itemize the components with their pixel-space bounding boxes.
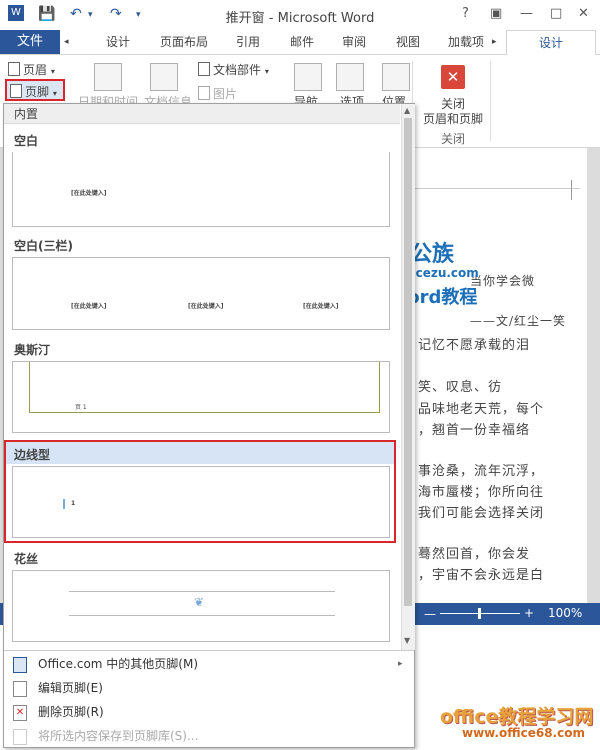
tab-addins[interactable]: 加载项 <box>448 30 484 54</box>
header-button[interactable]: 页眉 ▾ <box>8 61 55 78</box>
tab-scroll-right-icon[interactable]: ▸ <box>492 30 497 54</box>
picture-label: 图片 <box>213 87 238 101</box>
save-to-gallery-label: 将所选内容保存到页脚库(S)... <box>38 729 199 743</box>
docparts-label: 文档部件 <box>213 63 262 77</box>
gallery-item-title[interactable]: 空白 <box>14 132 38 149</box>
window-title: 推开窗 - Microsoft Word <box>225 11 375 26</box>
ribbon-divider <box>490 61 491 141</box>
save-to-gallery-menu-item: 将所选内容保存到页脚库(S)... <box>4 724 412 748</box>
watermark-site-url: www.office68.com <box>462 726 586 740</box>
help-button[interactable]: ? <box>462 6 469 21</box>
footer-preview-blank-three[interactable]: [在此处键入] [在此处键入] [在此处键入] <box>12 257 390 330</box>
doc-line: 品味地老天荒，每个 <box>418 402 545 417</box>
remove-footer-icon: ✕ <box>13 705 27 721</box>
margin-mark <box>571 180 572 200</box>
preview-placeholder: [在此处键入] <box>71 190 107 197</box>
tab-review[interactable]: 审阅 <box>342 30 366 54</box>
doc-line: 当你学会微 <box>470 274 536 288</box>
options-icon <box>336 63 364 91</box>
gallery-item-title[interactable]: 花丝 <box>14 550 38 567</box>
picture-icon <box>198 86 210 100</box>
footer-preview-austin[interactable]: 页 1 <box>12 361 390 433</box>
filigree-line <box>69 591 335 592</box>
doc-line: 笑、叹息、彷 <box>418 380 503 395</box>
datetime-icon <box>94 63 122 91</box>
tab-page-layout[interactable]: 页面布局 <box>160 30 208 54</box>
docinfo-icon <box>150 63 178 91</box>
watermark-site-name: office教程学习网 <box>440 706 594 728</box>
remove-footer-menu-item[interactable]: ✕ 删除页脚(R) <box>4 700 412 724</box>
tab-design[interactable]: 设计 <box>106 30 130 54</box>
ribbon-tabs: 文件 ◂ 设计 页面布局 引用 邮件 审阅 视图 加载项 ▸ 设计 <box>0 30 600 56</box>
gallery-scroll-thumb[interactable] <box>404 118 412 606</box>
doc-line: 事沧桑，流年沉浮， <box>418 464 545 479</box>
footer-preview-filigree[interactable]: ❦ <box>12 570 390 642</box>
navigation-icon <box>294 63 322 91</box>
preview-placeholder: [在此处键入] <box>188 303 224 310</box>
tab-scroll-left-icon[interactable]: ◂ <box>64 30 69 54</box>
doc-line: ，宇宙不会永远是白 <box>418 568 545 583</box>
office-com-icon <box>13 657 27 673</box>
zoom-slider-thumb[interactable] <box>478 608 481 619</box>
close-header-footer-icon[interactable]: ✕ <box>441 65 465 89</box>
footer-label: 页脚 <box>25 85 50 99</box>
submenu-arrow-icon: ▸ <box>398 659 403 669</box>
preview-placeholder: 页 1 <box>75 404 87 411</box>
filigree-ornament-icon: ❦ <box>194 595 205 609</box>
menu-separator <box>4 650 414 651</box>
title-bar: W 💾 ↶ ▾ ↷ ▾ 推开窗 - Microsoft Word ? ▣ — □… <box>0 0 600 30</box>
tab-hf-design-active[interactable]: 设计 <box>506 30 596 56</box>
zoom-in-button[interactable]: + <box>524 606 534 620</box>
docparts-button[interactable]: 文档部件 ▾ <box>198 61 269 78</box>
austin-border <box>29 412 380 413</box>
doc-line: ——文/红尘一笑 <box>470 314 567 328</box>
austin-border <box>29 362 30 412</box>
preview-placeholder: [在此处键入] <box>303 303 339 310</box>
zoom-out-button[interactable]: — <box>424 607 436 621</box>
tab-references[interactable]: 引用 <box>236 30 260 54</box>
gallery-scrollbar[interactable]: ▲ ▼ <box>401 104 415 650</box>
austin-border <box>379 362 380 412</box>
doc-line: 我们可能会选择关闭 <box>418 506 545 521</box>
filigree-line <box>69 615 335 616</box>
scroll-down-icon[interactable]: ▼ <box>404 636 410 645</box>
scroll-up-icon[interactable]: ▲ <box>404 106 410 115</box>
docparts-icon <box>198 62 210 76</box>
edit-footer-menu-item[interactable]: 编辑页脚(E) <box>4 676 412 700</box>
more-footers-label: Office.com 中的其他页脚(M) <box>38 657 199 671</box>
tab-mailings[interactable]: 邮件 <box>290 30 314 54</box>
footer-icon <box>10 84 22 98</box>
close-window-button[interactable]: ✕ <box>578 6 589 21</box>
picture-button[interactable]: 图片 <box>198 85 237 102</box>
tab-view[interactable]: 视图 <box>396 30 420 54</box>
header-label: 页眉 <box>23 63 48 77</box>
header-line <box>400 188 580 189</box>
gallery-item-title[interactable]: 奥斯汀 <box>14 341 50 358</box>
edit-footer-label: 编辑页脚(E) <box>38 681 103 695</box>
doc-line: 海市蜃楼；你所向往 <box>418 485 545 500</box>
restore-button[interactable]: □ <box>550 6 562 21</box>
selected-item-highlight <box>4 440 396 543</box>
minimize-button[interactable]: — <box>520 6 533 21</box>
close-hf-line2[interactable]: 页眉和页脚 <box>423 110 483 127</box>
gallery-item-title[interactable]: 空白(三栏) <box>14 237 73 254</box>
footer-button[interactable]: 页脚 ▾ <box>5 79 65 101</box>
edit-footer-icon <box>13 681 27 697</box>
doc-line: 蓦然回首，你会发 <box>418 547 531 562</box>
zoom-level[interactable]: 100% <box>548 606 582 620</box>
position-icon <box>382 63 410 91</box>
ribbon-display-icon[interactable]: ▣ <box>490 6 502 21</box>
tab-file[interactable]: 文件 <box>0 30 60 54</box>
remove-footer-label: 删除页脚(R) <box>38 705 104 719</box>
preview-placeholder: [在此处键入] <box>71 303 107 310</box>
gallery-section-title: 内置 <box>4 104 400 124</box>
footer-preview-blank[interactable]: [在此处键入] <box>12 152 390 227</box>
doc-line: 记忆不愿承载的泪 <box>418 338 531 353</box>
doc-line: ，翘首一份幸福络 <box>418 423 531 438</box>
header-icon <box>8 62 20 76</box>
save-gallery-icon <box>13 729 27 745</box>
more-footers-menu-item[interactable]: Office.com 中的其他页脚(M) ▸ <box>4 652 412 676</box>
close-group-label: 关闭 <box>441 132 466 146</box>
footer-gallery-dropdown: 内置 ▲ ▼ 空白 [在此处键入] 空白(三栏) [在此处键入] [在此处键入]… <box>3 103 415 748</box>
